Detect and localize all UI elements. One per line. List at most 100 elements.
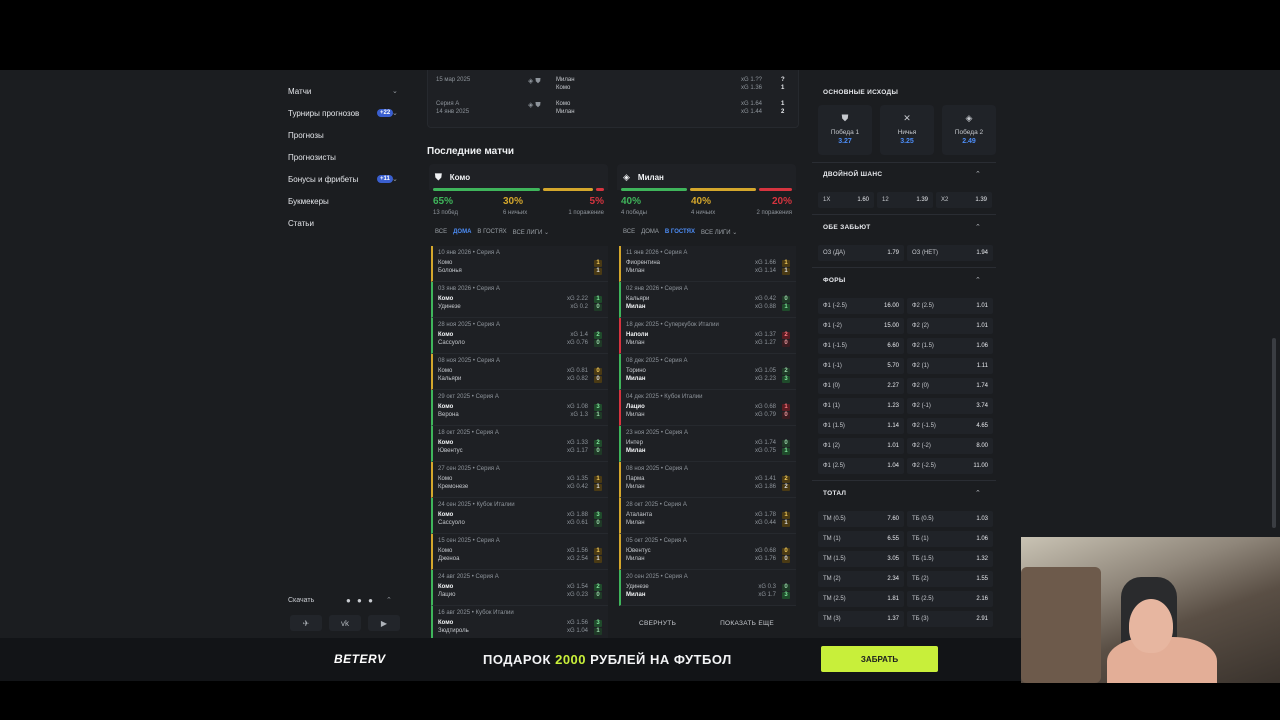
odds-cell[interactable]: Ф1 (-2.5) 16.00 [818,298,904,314]
show-more-button[interactable]: ПОКАЗАТЬ ЕЩЕ [720,620,774,627]
match-row[interactable]: 24 авг 2025 • Серия А Комо Лацио xG 1.54 xG … [431,570,608,606]
sidebar-item[interactable]: Статьи [288,212,408,234]
odds-cell[interactable]: Ф2 (1.5) 1.06 [907,338,993,354]
match-row[interactable]: 23 ноя 2025 • Серия А Интер Милан xG 1.74 xG… [619,426,796,462]
match-row[interactable]: 16 авг 2025 • Кубок Италии Комо Зюдтироль x… [431,606,608,642]
h2h-row[interactable]: Серия А 14 янв 2025 ◈ ⛊ Комо Милан xG 1.64 xG … [436,98,792,118]
match-row[interactable]: 18 окт 2025 • Серия А Комо Ювентус xG 1.33 x… [431,426,608,462]
odds-cell[interactable]: Ф2 (2) 1.01 [907,318,993,334]
match-row[interactable]: 28 ноя 2025 • Серия А Комо Сассуоло xG 1.4 x… [431,318,608,354]
page-scrollbar[interactable] [1272,338,1276,528]
main-outcome-button[interactable]: ✕ Ничья 3.25 [880,105,934,155]
odds-cell[interactable]: Ф2 (-1) 3.74 [907,398,993,414]
odds-label: ТМ (1.5) [823,556,846,562]
match-row[interactable]: 18 дек 2025 • Суперкубок Италии Наполи Мил… [619,318,796,354]
odds-cell[interactable]: ТБ (2) 1.55 [907,571,993,587]
odds-cell[interactable]: Ф1 (-1.5) 6.60 [818,338,904,354]
match-row[interactable]: 03 янв 2026 • Серия А Комо Удинезе xG 2.22 x… [431,282,608,318]
match-row[interactable]: 10 янв 2026 • Серия А Комо Болонья 1 1 [431,246,608,282]
match-row[interactable]: 29 окт 2025 • Серия А Комо Верона xG 1.08 xG… [431,390,608,426]
odds-value: 1.79 [887,250,899,256]
chevron-up-icon[interactable]: ⌃ [975,489,981,497]
odds-cell[interactable]: Ф1 (1.5) 1.14 [818,418,904,434]
odds-cell[interactable]: Ф2 (-2) 8.00 [907,438,993,454]
sidebar-item[interactable]: Турниры прогнозов +22 ⌄ [288,102,408,124]
sidebar-item[interactable]: Бонусы и фрибеты +11 ⌄ [288,168,408,190]
odds-label: ТМ (2) [823,576,841,582]
odds-cell[interactable]: Ф2 (-1.5) 4.65 [907,418,993,434]
match-row[interactable]: 08 ноя 2025 • Серия А Парма Милан xG 1.41 xG… [619,462,796,498]
odds-cell[interactable]: Ф1 (-1) 5.70 [818,358,904,374]
odds-cell[interactable]: X2 1.39 [936,192,992,208]
odds-cell[interactable]: ТМ (1.5) 3.05 [818,551,904,567]
match-row[interactable]: 02 янв 2026 • Серия А Кальяри Милан xG 0.42… [619,282,796,318]
chevron-up-icon[interactable]: ⌃ [975,276,981,284]
odds-cell[interactable]: Ф2 (2.5) 1.01 [907,298,993,314]
filter-tab[interactable]: ВСЕ ЛИГИ ⌄ [513,229,549,236]
odds-cell[interactable]: ТБ (3) 2.91 [907,611,993,627]
odds-cell[interactable]: Ф1 (1) 1.23 [818,398,904,414]
youtube-icon[interactable]: ▶ [368,615,400,631]
match-row[interactable]: 08 дек 2025 • Серия А Торино Милан xG 1.05 x… [619,354,796,390]
h2h-row[interactable]: 15 мар 2025 ◈ ⛊ Милан Комо xG 1.?? xG 1.36? 1 [436,74,792,94]
odds-cell[interactable]: ТМ (3) 1.37 [818,611,904,627]
odds-cell[interactable]: ТБ (1) 1.06 [907,531,993,547]
odds-cell[interactable]: ТБ (0.5) 1.03 [907,511,993,527]
team-panel-milan: ◈ Милан 40% 40% 20% 4 победы 4 ничьих 2 поражен… [617,164,796,636]
sidebar-item[interactable]: Прогнозы [288,124,408,146]
odds-cell[interactable]: ТМ (0.5) 7.60 [818,511,904,527]
filter-tab[interactable]: ДОМА [453,229,471,235]
promo-text-pre: ПОДАРОК [483,652,556,667]
match-row[interactable]: 04 дек 2025 • Кубок Италии Лацио Милан xG 0… [619,390,796,426]
odds-cell[interactable]: Ф1 (0) 2.27 [818,378,904,394]
main-outcome-button[interactable]: ◈ Победа 2 2.49 [942,105,996,155]
match-row[interactable]: 24 сен 2025 • Кубок Италии Комо Сассуоло xG… [431,498,608,534]
sidebar-item[interactable]: Матчи ⌄ [288,80,408,102]
odds-cell[interactable]: ТМ (2.5) 1.81 [818,591,904,607]
chevron-up-icon[interactable]: ⌃ [975,170,981,178]
odds-cell[interactable]: ОЗ (ДА) 1.79 [818,245,904,261]
download-row[interactable]: Скачать ● ● ● ⌃ [288,592,400,608]
match-home-xg: xG 1.05 [754,368,776,374]
odds-cell[interactable]: 12 1.39 [877,192,933,208]
filter-tab[interactable]: В ГОСТЯХ [665,229,695,235]
filter-tab[interactable]: В ГОСТЯХ [477,229,506,235]
odds-cell[interactable]: ТМ (2) 2.34 [818,571,904,587]
filter-tab[interactable]: ДОМА [641,229,659,235]
filter-tab[interactable]: ВСЕ [623,229,635,235]
odds-label: Ф2 (0) [912,383,929,389]
sidebar-item[interactable]: Прогнозисты [288,146,408,168]
main-outcome-button[interactable]: ⛊ Победа 1 3.27 [818,105,872,155]
odds-cell[interactable]: Ф2 (0) 1.74 [907,378,993,394]
filter-tab[interactable]: ВСЕ [435,229,447,235]
odds-cell[interactable]: Ф1 (2) 1.01 [818,438,904,454]
sidebar-item[interactable]: Букмекеры [288,190,408,212]
telegram-icon[interactable]: ✈ [290,615,322,631]
odds-value: 7.60 [887,516,899,522]
match-row[interactable]: 27 сен 2025 • Серия А Комо Кремонезе xG 1.3… [431,462,608,498]
odds-cell[interactable]: ТМ (1) 6.55 [818,531,904,547]
odds-cell[interactable]: ОЗ (НЕТ) 1.94 [907,245,993,261]
odds-value: 1.01 [976,323,988,329]
match-row[interactable]: 20 сен 2025 • Серия А Удинезе Милан xG 0.3 x… [619,570,796,606]
match-row[interactable]: 15 сен 2025 • Серия А Комо Дженоа xG 1.56 xG… [431,534,608,570]
odds-cell[interactable]: Ф1 (-2) 15.00 [818,318,904,334]
odds-cell[interactable]: ТБ (1.5) 1.32 [907,551,993,567]
match-row[interactable]: 11 янв 2026 • Серия А Фиорентина Милан xG 1… [619,246,796,282]
odds-cell[interactable]: 1X 1.60 [818,192,874,208]
collapse-button[interactable]: СВЕРНУТЬ [639,620,676,627]
claim-button[interactable]: ЗАБРАТЬ [821,646,938,672]
match-row[interactable]: 05 окт 2025 • Серия А Ювентус Милан xG 0.68… [619,534,796,570]
chevron-up-icon[interactable]: ⌃ [386,596,392,604]
chevron-up-icon[interactable]: ⌃ [975,223,981,231]
h2h-date-block: Серия А 14 янв 2025 [436,100,469,116]
app-store-icons[interactable]: ● ● ● [346,596,375,605]
odds-cell[interactable]: Ф2 (-2.5) 11.00 [907,458,993,474]
match-row[interactable]: 08 ноя 2025 • Серия А Комо Кальяри xG 0.81 x… [431,354,608,390]
odds-cell[interactable]: Ф2 (1) 1.11 [907,358,993,374]
match-row[interactable]: 28 окт 2025 • Серия А Аталанта Милан xG 1.7… [619,498,796,534]
filter-tab[interactable]: ВСЕ ЛИГИ ⌄ [701,229,737,236]
vk-icon[interactable]: vk [329,615,361,631]
odds-cell[interactable]: Ф1 (2.5) 1.04 [818,458,904,474]
odds-cell[interactable]: ТБ (2.5) 2.16 [907,591,993,607]
